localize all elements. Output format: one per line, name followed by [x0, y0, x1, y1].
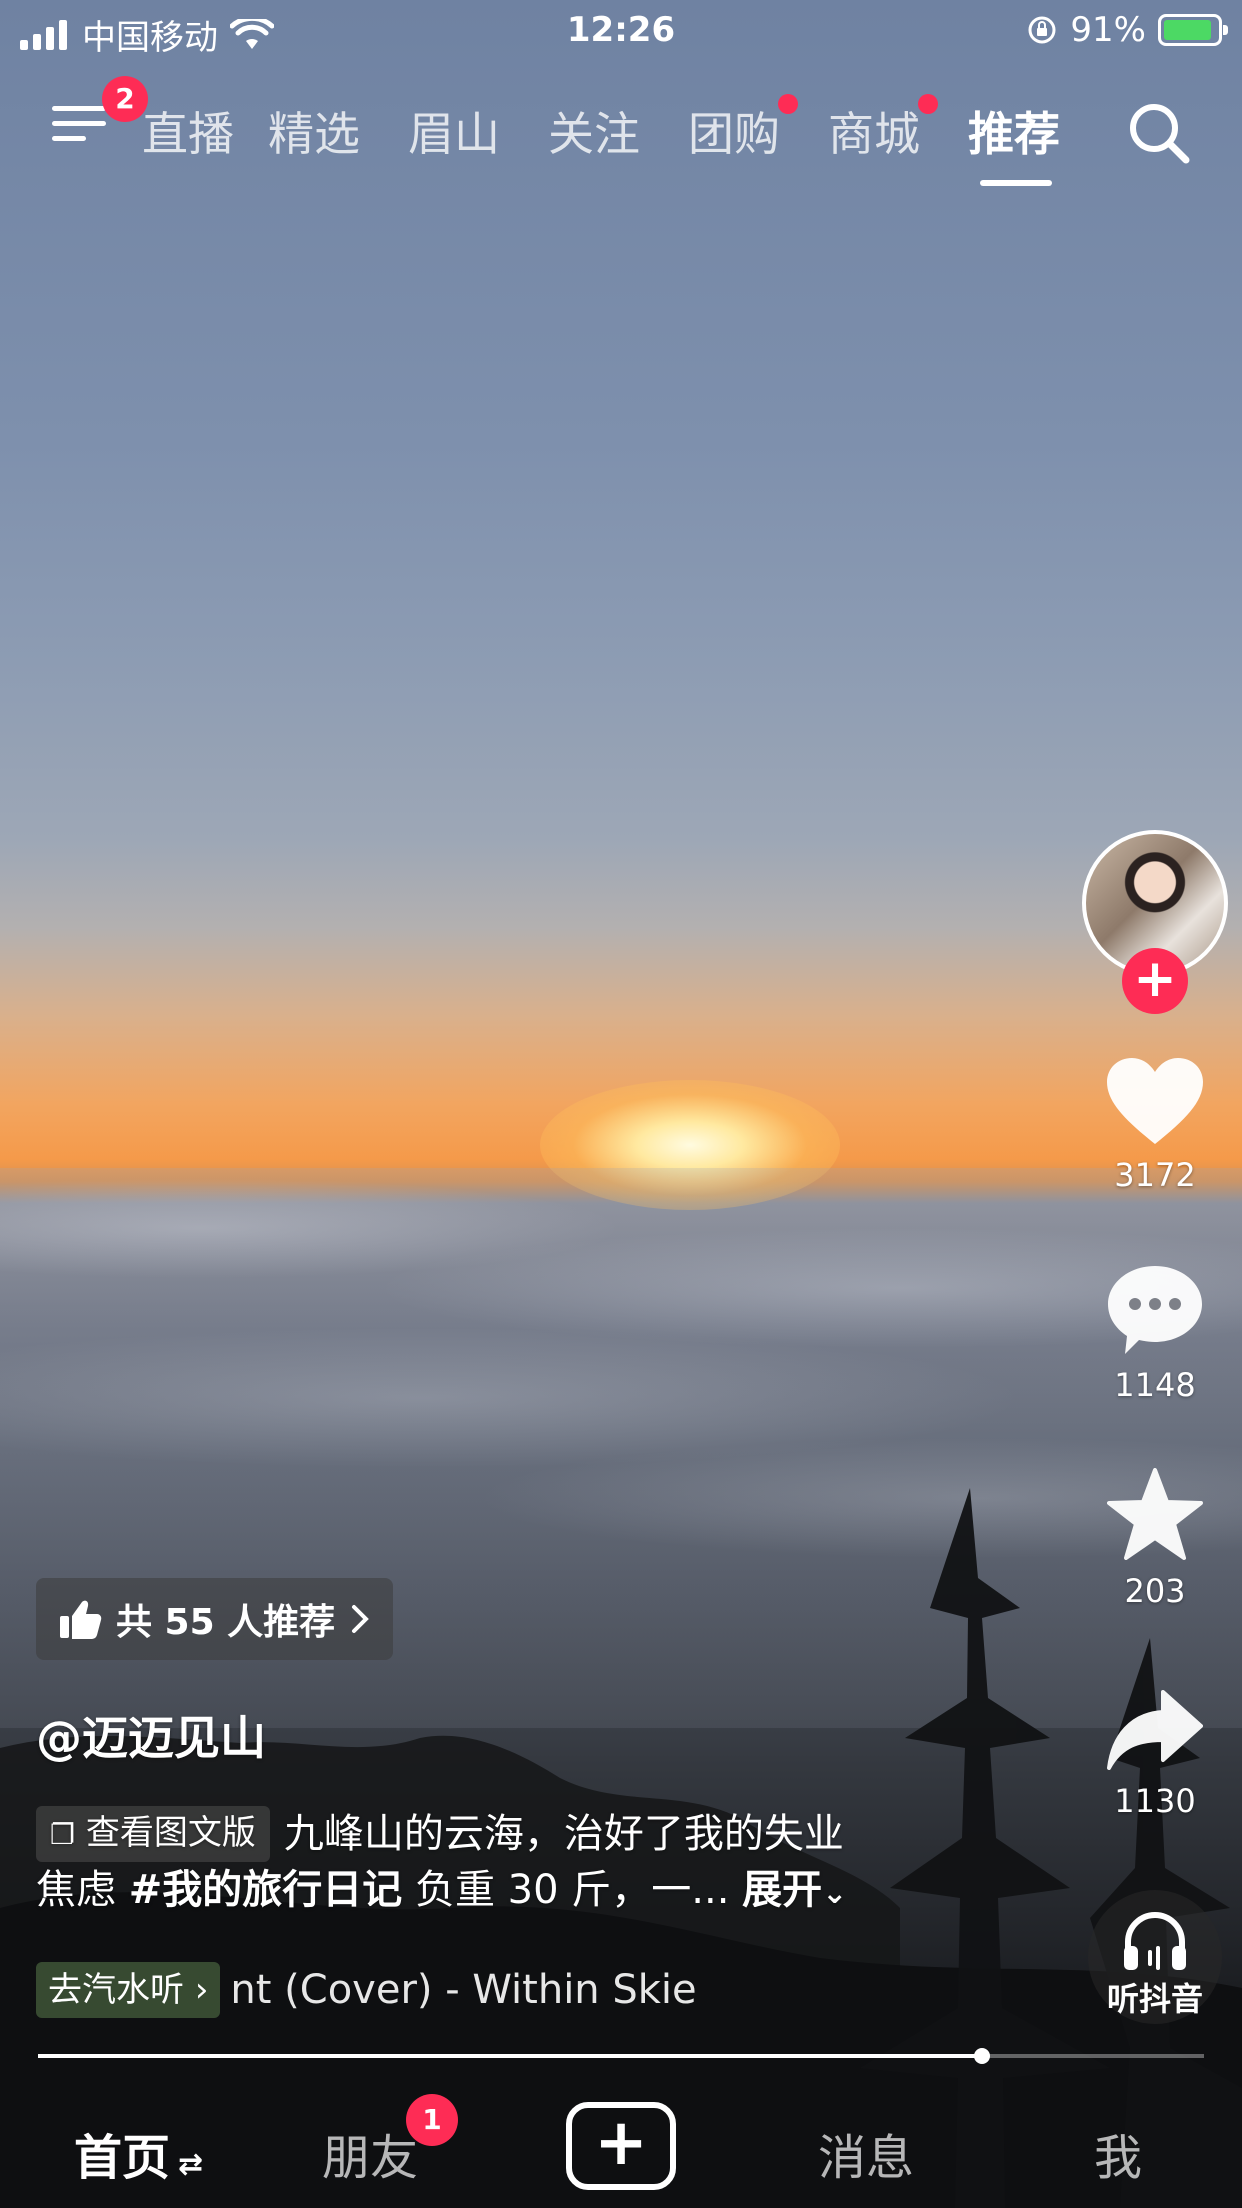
comment-button[interactable]: 1148 — [1096, 1262, 1214, 1404]
tab-group-buy[interactable]: 团购 — [688, 94, 798, 164]
headphones-icon — [1124, 1912, 1186, 1970]
description-suffix: 负重 30 斤，一... — [402, 1867, 743, 1913]
battery-percent: 91% — [1070, 10, 1146, 50]
group-buy-dot — [778, 94, 798, 114]
tab-featured[interactable]: 精选 — [268, 98, 360, 164]
chevron-down-icon: ⌄ — [822, 1876, 848, 1911]
share-arrow-icon — [1107, 1690, 1203, 1770]
rotation-lock-icon — [1028, 16, 1056, 44]
comment-count: 1148 — [1114, 1366, 1196, 1404]
recommend-pill[interactable]: 共 55 人推荐 — [36, 1578, 394, 1660]
follow-plus-button[interactable]: + — [1122, 948, 1188, 1014]
switch-arrows-icon: ⇄ — [178, 2147, 204, 2182]
copy-icon: ❐ — [50, 1818, 76, 1851]
like-button[interactable]: 3172 — [1096, 1056, 1214, 1194]
nav-me[interactable]: 我 — [1094, 2118, 1142, 2188]
chevron-right-icon: › — [194, 1970, 209, 2010]
favorite-count: 203 — [1124, 1572, 1186, 1610]
video-progress-bar[interactable] — [38, 2048, 1204, 2064]
plus-icon: + — [594, 2106, 648, 2180]
description-line-1: 九峰山的云海，治好了我的失业 — [283, 1811, 844, 1857]
mall-dot — [918, 94, 938, 114]
music-bar[interactable]: 去汽水听 › nt (Cover) - Within Skie — [36, 1962, 697, 2018]
song-title: nt (Cover) - Within Skie — [230, 1967, 697, 2013]
listen-douyin-button[interactable]: 听抖音 — [1088, 1890, 1222, 2024]
status-bar: 中国移动 12:26 91% — [0, 0, 1242, 62]
post-description[interactable]: ❐ 查看图文版 九峰山的云海，治好了我的失业 焦虑 #我的旅行日记 负重 30 斤… — [36, 1806, 1036, 1922]
listen-label: 听抖音 — [1106, 1980, 1203, 2018]
share-count: 1130 — [1114, 1782, 1196, 1820]
hashtag-link[interactable]: #我的旅行日记 — [129, 1867, 403, 1913]
create-post-button[interactable]: + — [566, 2102, 676, 2190]
share-button[interactable]: 1130 — [1096, 1688, 1214, 1820]
tab-local-meishan[interactable]: 眉山 — [408, 98, 500, 164]
description-prefix: 焦虑 — [36, 1867, 129, 1913]
chevron-right-icon — [352, 1605, 370, 1633]
search-icon[interactable] — [1126, 100, 1192, 166]
top-tab-bar: 2 直播 精选 眉山 关注 团购 商城 推荐 — [0, 76, 1242, 200]
tab-mall[interactable]: 商城 — [828, 94, 938, 164]
thumbs-up-icon — [60, 1600, 102, 1639]
menu-button[interactable] — [52, 106, 106, 152]
like-count: 3172 — [1114, 1156, 1196, 1194]
open-in-qishui-button[interactable]: 去汽水听 › — [36, 1962, 221, 2018]
tab-recommend[interactable]: 推荐 — [968, 98, 1060, 164]
nav-home[interactable]: 首页 ⇄ — [74, 2118, 203, 2188]
favorite-button[interactable]: 203 — [1096, 1466, 1214, 1610]
heart-icon — [1107, 1058, 1203, 1144]
nav-messages[interactable]: 消息 — [818, 2118, 914, 2188]
star-icon — [1107, 1468, 1203, 1560]
bottom-nav: 首页 ⇄ 朋友 1 + 消息 我 — [0, 2090, 1242, 2208]
view-text-version-chip[interactable]: ❐ 查看图文版 — [36, 1806, 270, 1862]
expand-button[interactable]: 展开⌄ — [742, 1867, 847, 1913]
tab-following[interactable]: 关注 — [548, 98, 640, 164]
author-name[interactable]: @迈迈见山 — [36, 1702, 266, 1768]
comment-icon — [1108, 1266, 1202, 1354]
author-avatar-group[interactable]: + — [1082, 830, 1228, 1014]
active-tab-indicator — [980, 180, 1052, 186]
progress-fill — [38, 2054, 983, 2058]
friends-badge: 1 — [406, 2094, 458, 2146]
recommend-text: 共 55 人推荐 — [116, 1602, 336, 1643]
battery-icon — [1158, 14, 1228, 46]
nav-friends[interactable]: 朋友 — [322, 2118, 418, 2188]
tab-live[interactable]: 直播 — [142, 98, 234, 164]
